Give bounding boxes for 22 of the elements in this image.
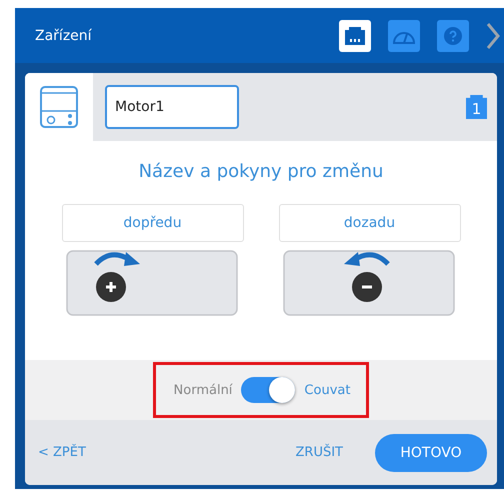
direction-switch[interactable] bbox=[241, 377, 296, 403]
toggle-label: Normální bbox=[174, 382, 232, 398]
direction-label: dozadu bbox=[278, 204, 460, 242]
rotation-arrow-icon bbox=[94, 252, 140, 266]
help-icon bbox=[444, 26, 462, 44]
motor-icon bbox=[39, 85, 79, 129]
chevron-right-icon[interactable] bbox=[486, 22, 500, 50]
toggle-label: Couvat bbox=[304, 382, 350, 398]
device-tab[interactable] bbox=[25, 73, 93, 141]
done-button[interactable]: HOTOVO bbox=[375, 434, 487, 472]
rotation-arrow-icon bbox=[344, 252, 390, 266]
plus-icon bbox=[96, 272, 126, 302]
port-icon bbox=[345, 26, 365, 44]
port-badge: 1 bbox=[466, 95, 487, 119]
window-title: Zařízení bbox=[35, 28, 93, 44]
toolbar-button[interactable] bbox=[339, 20, 371, 52]
minus-icon bbox=[352, 272, 382, 302]
cancel-link[interactable]: ZRUŠIT bbox=[296, 445, 343, 460]
name-field[interactable]: Motor1 bbox=[105, 85, 239, 129]
direction-label: dopředu bbox=[62, 204, 244, 242]
section-heading: Název a pokyny pro změnu bbox=[138, 161, 384, 182]
back-link[interactable]: < ZPĚT bbox=[38, 445, 86, 460]
